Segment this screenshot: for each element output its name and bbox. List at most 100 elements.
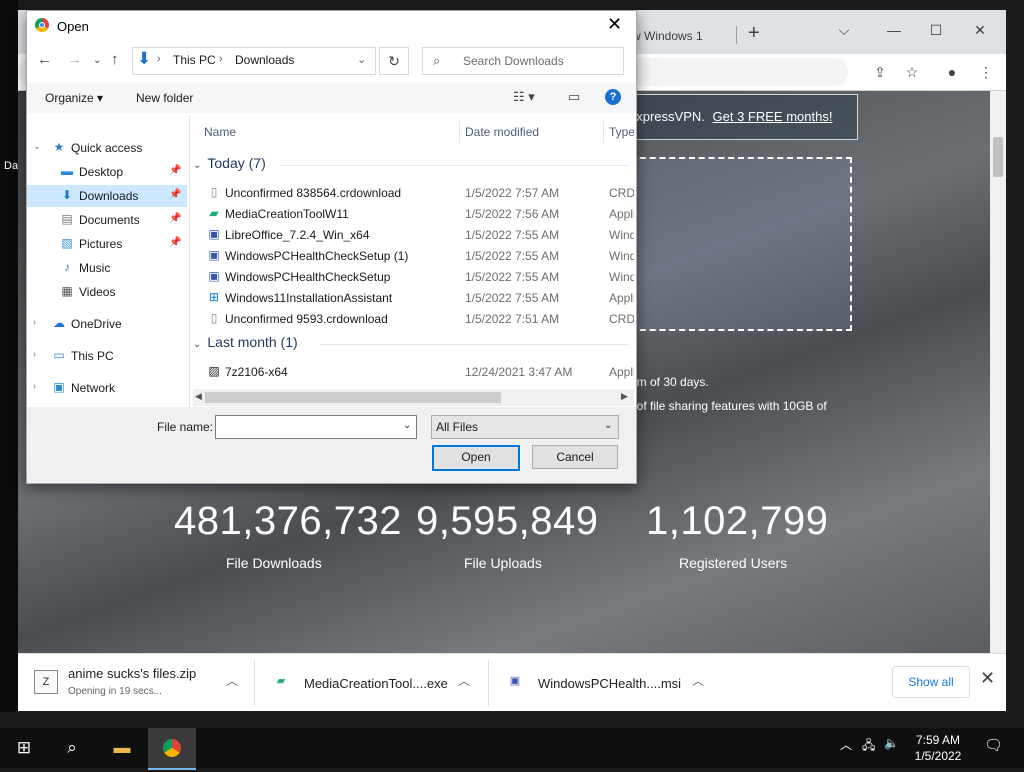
file-row[interactable]: ▣ WindowsPCHealthCheckSetup 1/5/2022 7:55 …: [193, 266, 634, 287]
upload-drop-zone[interactable]: [630, 157, 852, 331]
column-header-name[interactable]: Name: [204, 125, 236, 139]
chevron-down-icon[interactable]: ⌄: [604, 420, 612, 431]
file-name-input[interactable]: ⌄: [215, 415, 417, 439]
taskbar: ⊞ ⌕ ▬ ︿ 🖧 🔈 7:59 AM 1/5/2022 🗨: [0, 728, 1024, 770]
file-row[interactable]: ⊞ Windows11InstallationAssistant 1/5/2022 …: [193, 287, 634, 308]
menu-icon[interactable]: ⋮: [976, 62, 996, 82]
scrollbar-thumb[interactable]: [205, 392, 501, 403]
chevron-down-icon[interactable]: ⌄: [357, 53, 366, 66]
vpn-link[interactable]: Get 3 FREE months!: [713, 109, 833, 124]
scrollbar-thumb[interactable]: [993, 137, 1003, 177]
nav-label: Pictures: [79, 237, 123, 251]
expand-chevron-icon[interactable]: ⌄: [33, 141, 41, 152]
column-divider[interactable]: [459, 121, 460, 143]
nav-network[interactable]: › ▣ Network: [27, 377, 187, 399]
file-date: 1/5/2022 7:55 AM: [465, 270, 560, 284]
profile-icon[interactable]: ●: [942, 62, 962, 82]
file-explorer-icon[interactable]: ▬: [98, 728, 146, 768]
network-icon[interactable]: 🖧: [862, 736, 875, 757]
pin-icon[interactable]: 📌: [169, 237, 181, 248]
file-row[interactable]: ▯ Unconfirmed 838564.crdownload 1/5/2022 7…: [193, 182, 634, 203]
nav-this-pc[interactable]: › ▭ This PC: [27, 345, 187, 367]
organize-button[interactable]: Organize ▾: [45, 91, 103, 105]
new-folder-button[interactable]: New folder: [136, 91, 193, 105]
vpn-banner[interactable]: expressVPN. Get 3 FREE months!: [620, 94, 858, 140]
cancel-button[interactable]: Cancel: [532, 445, 618, 469]
forward-arrow-icon[interactable]: →: [67, 51, 82, 68]
close-button[interactable]: ✕: [964, 16, 996, 44]
chevron-up-icon[interactable]: ︿: [226, 672, 238, 689]
chevron-down-icon[interactable]: ⌄: [403, 420, 411, 431]
minimize-button[interactable]: —: [878, 16, 910, 44]
file-row[interactable]: ▣ WindowsPCHealthCheckSetup (1) 1/5/2022 7…: [193, 245, 634, 266]
chevron-up-icon[interactable]: ︿: [840, 736, 852, 753]
search-icon[interactable]: ⌕: [48, 728, 96, 768]
nav-pictures[interactable]: ▧ Pictures 📌: [27, 233, 187, 255]
back-arrow-icon[interactable]: ←: [37, 51, 52, 68]
help-icon[interactable]: ?: [605, 89, 621, 105]
close-icon[interactable]: ✕: [607, 14, 622, 35]
nav-quick-access[interactable]: ⌄ ★ Quick access: [27, 137, 187, 159]
windows-start-icon[interactable]: ⊞: [0, 728, 48, 768]
pin-icon[interactable]: 📌: [169, 213, 181, 224]
search-input[interactable]: ⌕ Search Downloads: [422, 47, 624, 75]
file-row[interactable]: ▰ MediaCreationToolW11 1/5/2022 7:56 AM App…: [193, 203, 634, 224]
star-icon[interactable]: ☆: [902, 62, 922, 82]
nav-label: Network: [71, 381, 116, 395]
breadcrumb-chevron-icon[interactable]: ›: [157, 53, 161, 65]
collapse-chevron-icon[interactable]: ⌄: [193, 160, 201, 171]
pin-icon[interactable]: 📌: [169, 165, 181, 176]
download-item[interactable]: Z anime sucks's files.zip Opening in 19 …: [34, 664, 258, 702]
up-arrow-icon[interactable]: ↑: [111, 51, 119, 68]
breadcrumb-chevron-icon[interactable]: ›: [219, 53, 223, 65]
nav-music[interactable]: ♪ Music: [27, 257, 187, 279]
nav-onedrive[interactable]: › ☁ OneDrive: [27, 313, 187, 335]
column-header-date[interactable]: Date modified: [465, 125, 539, 139]
breadcrumb-downloads[interactable]: Downloads: [235, 53, 294, 67]
file-row[interactable]: ▨ 7z2106-x64 12/24/2021 3:47 AM Appli: [193, 361, 634, 382]
scroll-right-icon[interactable]: ▶: [621, 391, 628, 402]
pin-icon[interactable]: 📌: [169, 189, 181, 200]
refresh-button[interactable]: ↻: [379, 47, 409, 75]
chrome-taskbar-icon[interactable]: [148, 728, 196, 770]
file-row[interactable]: ▣ LibreOffice_7.2.4_Win_x64 1/5/2022 7:55 …: [193, 224, 634, 245]
show-all-button[interactable]: Show all: [892, 666, 970, 698]
download-item[interactable]: ▰ MediaCreationTool....exe ︿: [270, 664, 490, 702]
breadcrumb-this-pc[interactable]: This PC: [173, 53, 216, 67]
chevron-up-icon[interactable]: ︿: [692, 672, 704, 689]
nav-videos[interactable]: ▦ Videos: [27, 281, 187, 303]
file-row[interactable]: ▯ Unconfirmed 9593.crdownload 1/5/2022 7:5…: [193, 308, 634, 329]
scroll-left-icon[interactable]: ◀: [195, 391, 202, 402]
volume-muted-icon[interactable]: 🔈: [884, 736, 899, 750]
expand-chevron-icon[interactable]: ›: [33, 317, 36, 327]
chevron-up-icon[interactable]: ︿: [458, 672, 470, 689]
file-type-select[interactable]: All Files ⌄: [431, 415, 619, 439]
browser-tab[interactable]: w Windows 1: [622, 18, 742, 54]
horizontal-scrollbar[interactable]: ◀ ▶: [193, 389, 634, 406]
column-divider[interactable]: [603, 121, 604, 143]
expand-chevron-icon[interactable]: ›: [33, 381, 36, 391]
maximize-button[interactable]: ☐: [920, 16, 952, 44]
collapse-chevron-icon[interactable]: ⌄: [193, 339, 201, 350]
address-breadcrumb[interactable]: ⬇ › This PC › Downloads ⌄: [132, 47, 376, 75]
nav-downloads[interactable]: ⬇ Downloads 📌: [27, 185, 187, 207]
expand-chevron-icon[interactable]: ›: [33, 349, 36, 359]
tab-search-chevron-icon[interactable]: ⌵: [828, 16, 860, 44]
view-options-icon[interactable]: ☷ ▾: [513, 89, 535, 105]
column-header-type[interactable]: Type: [609, 125, 634, 139]
group-header-last-month[interactable]: ⌄ Last month (1): [193, 334, 298, 350]
close-icon[interactable]: ✕: [980, 668, 995, 689]
download-item[interactable]: ▣ WindowsPCHealth....msi ︿: [504, 664, 724, 702]
share-icon[interactable]: ⇪: [870, 62, 890, 82]
page-scrollbar[interactable]: [990, 91, 1006, 653]
recent-locations-chevron-icon[interactable]: ⌄: [93, 55, 101, 66]
preview-pane-icon[interactable]: ▭: [568, 89, 580, 105]
notifications-icon[interactable]: 🗨: [984, 736, 1003, 754]
system-clock[interactable]: 7:59 AM 1/5/2022: [904, 732, 972, 764]
new-tab-button[interactable]: +: [748, 22, 760, 45]
nav-documents[interactable]: ▤ Documents 📌: [27, 209, 187, 231]
open-button[interactable]: Open: [432, 445, 520, 471]
nav-desktop[interactable]: ▬ Desktop 📌: [27, 161, 187, 183]
group-header-today[interactable]: ⌄ Today (7): [193, 155, 266, 171]
desktop-icon-label[interactable]: Da: [4, 160, 18, 172]
